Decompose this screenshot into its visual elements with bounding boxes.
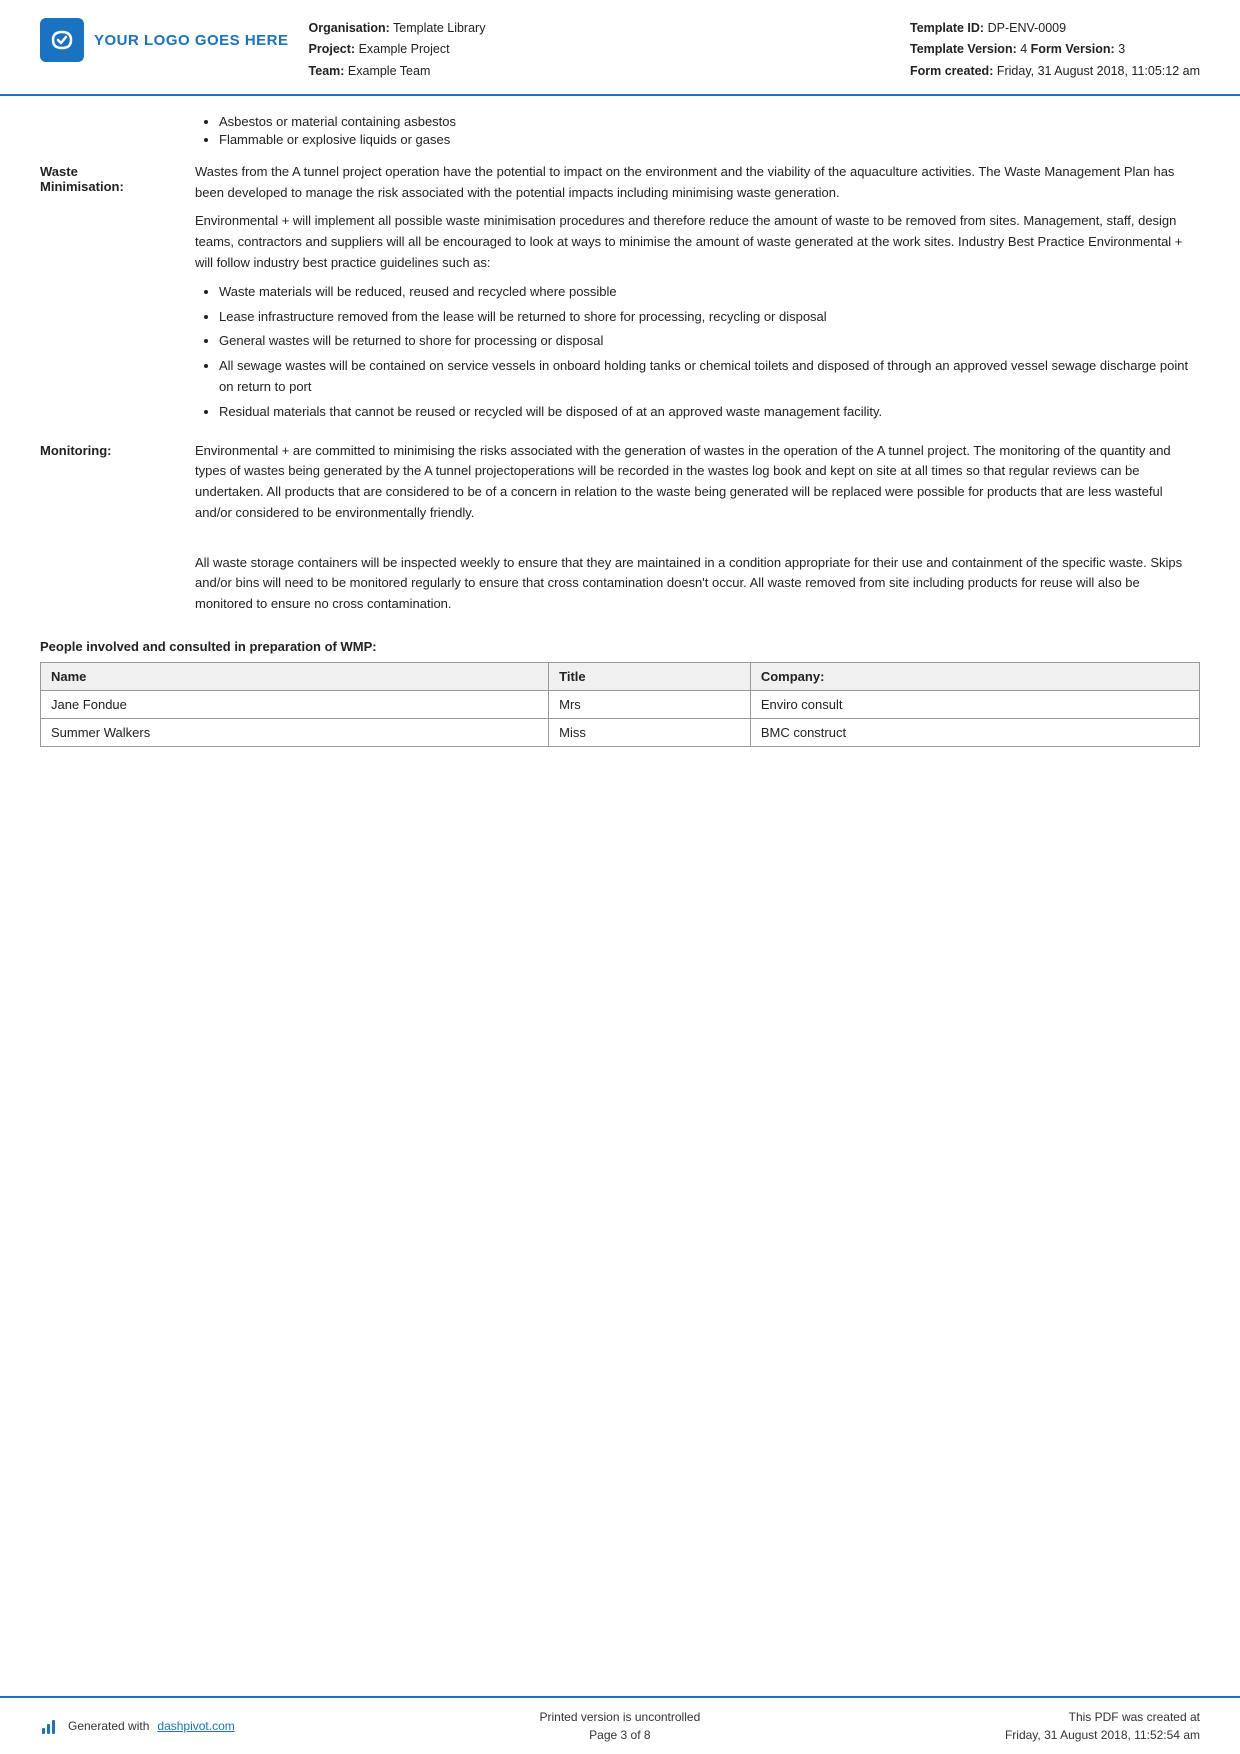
- people-heading: People involved and consulted in prepara…: [40, 639, 1200, 654]
- team-row: Team: Example Team: [309, 61, 890, 82]
- logo-text: YOUR LOGO GOES HERE: [94, 32, 289, 49]
- project-label: Project:: [309, 42, 356, 56]
- monitoring-section: Monitoring: Environmental + are committe…: [40, 441, 1200, 623]
- team-value: Example Team: [348, 64, 430, 78]
- list-item: All sewage wastes will be contained on s…: [219, 356, 1200, 398]
- table-cell-name: Jane Fondue: [41, 690, 549, 718]
- logo-icon: [40, 18, 84, 62]
- header-meta-right: Template ID: DP-ENV-0009 Template Versio…: [910, 18, 1200, 82]
- generated-text: Generated with: [68, 1719, 149, 1733]
- header-meta-center: Organisation: Template Library Project: …: [309, 18, 890, 82]
- project-row: Project: Example Project: [309, 39, 890, 60]
- people-table: Name Title Company: Jane FondueMrsEnviro…: [40, 662, 1200, 747]
- table-row: Summer WalkersMissBMC construct: [41, 718, 1200, 746]
- template-version-value: 4: [1020, 42, 1027, 56]
- waste-minimisation-label: WasteMinimisation:: [40, 162, 195, 431]
- table-cell-title: Mrs: [549, 690, 751, 718]
- footer-right: This PDF was created at Friday, 31 Augus…: [1005, 1708, 1200, 1744]
- list-item: General wastes will be returned to shore…: [219, 331, 1200, 352]
- team-label: Team:: [309, 64, 345, 78]
- footer-pdf-created-date: Friday, 31 August 2018, 11:52:54 am: [1005, 1726, 1200, 1744]
- footer-page-number: Page 3 of 8: [539, 1726, 700, 1744]
- main-content: Asbestos or material containing asbestos…: [0, 96, 1240, 1696]
- col-title-header: Title: [549, 662, 751, 690]
- form-version-value: 3: [1118, 42, 1125, 56]
- waste-minimisation-section: WasteMinimisation: Wastes from the A tun…: [40, 162, 1200, 431]
- footer: Generated with dashpivot.com Printed ver…: [0, 1696, 1240, 1754]
- template-id-label: Template ID:: [910, 21, 984, 35]
- project-value: Example Project: [359, 42, 450, 56]
- table-header-row: Name Title Company:: [41, 662, 1200, 690]
- waste-minimisation-content: Wastes from the A tunnel project operati…: [195, 162, 1200, 431]
- logo-area: YOUR LOGO GOES HERE: [40, 18, 289, 62]
- footer-pdf-created-label: This PDF was created at: [1005, 1708, 1200, 1726]
- wm-bullets-list: Waste materials will be reduced, reused …: [219, 282, 1200, 423]
- top-bullets: Asbestos or material containing asbestos…: [40, 106, 1200, 162]
- footer-uncontrolled: Printed version is uncontrolled: [539, 1708, 700, 1726]
- list-item: Waste materials will be reduced, reused …: [219, 282, 1200, 303]
- form-version-label: Form Version:: [1031, 42, 1115, 56]
- form-created-label: Form created:: [910, 64, 993, 78]
- list-item: Residual materials that cannot be reused…: [219, 402, 1200, 423]
- wm-paragraph2: Environmental + will implement all possi…: [195, 211, 1200, 273]
- monitoring-label: Monitoring:: [40, 441, 195, 623]
- people-table-body: Jane FondueMrsEnviro consultSummer Walke…: [41, 690, 1200, 746]
- table-cell-title: Miss: [549, 718, 751, 746]
- footer-logo: [40, 1716, 60, 1736]
- header: YOUR LOGO GOES HERE Organisation: Templa…: [0, 0, 1240, 96]
- table-cell-company: Enviro consult: [750, 690, 1199, 718]
- org-row: Organisation: Template Library: [309, 18, 890, 39]
- dashpivot-logo-icon: [40, 1716, 60, 1736]
- table-cell-company: BMC construct: [750, 718, 1199, 746]
- page: YOUR LOGO GOES HERE Organisation: Templa…: [0, 0, 1240, 1754]
- footer-center: Printed version is uncontrolled Page 3 o…: [539, 1708, 700, 1744]
- wm-paragraph1: Wastes from the A tunnel project operati…: [195, 162, 1200, 204]
- dashpivot-link[interactable]: dashpivot.com: [157, 1719, 234, 1733]
- col-name-header: Name: [41, 662, 549, 690]
- form-created-row: Form created: Friday, 31 August 2018, 11…: [910, 61, 1200, 82]
- monitoring-content: Environmental + are committed to minimis…: [195, 441, 1200, 623]
- org-label: Organisation:: [309, 21, 390, 35]
- people-section: People involved and consulted in prepara…: [40, 639, 1200, 747]
- template-version-label: Template Version:: [910, 42, 1017, 56]
- list-item: Asbestos or material containing asbestos: [219, 114, 1200, 129]
- table-row: Jane FondueMrsEnviro consult: [41, 690, 1200, 718]
- template-version-row: Template Version: 4 Form Version: 3: [910, 39, 1200, 60]
- list-item: Flammable or explosive liquids or gases: [219, 132, 1200, 147]
- table-cell-name: Summer Walkers: [41, 718, 549, 746]
- template-id-row: Template ID: DP-ENV-0009: [910, 18, 1200, 39]
- monitoring-paragraph1: Environmental + are committed to minimis…: [195, 441, 1200, 524]
- monitoring-paragraph2: All waste storage containers will be ins…: [195, 553, 1200, 615]
- template-id-value: DP-ENV-0009: [988, 21, 1067, 35]
- form-created-value: Friday, 31 August 2018, 11:05:12 am: [997, 64, 1200, 78]
- org-value: Template Library: [393, 21, 485, 35]
- list-item: Lease infrastructure removed from the le…: [219, 307, 1200, 328]
- col-company-header: Company:: [750, 662, 1199, 690]
- footer-left: Generated with dashpivot.com: [40, 1716, 235, 1736]
